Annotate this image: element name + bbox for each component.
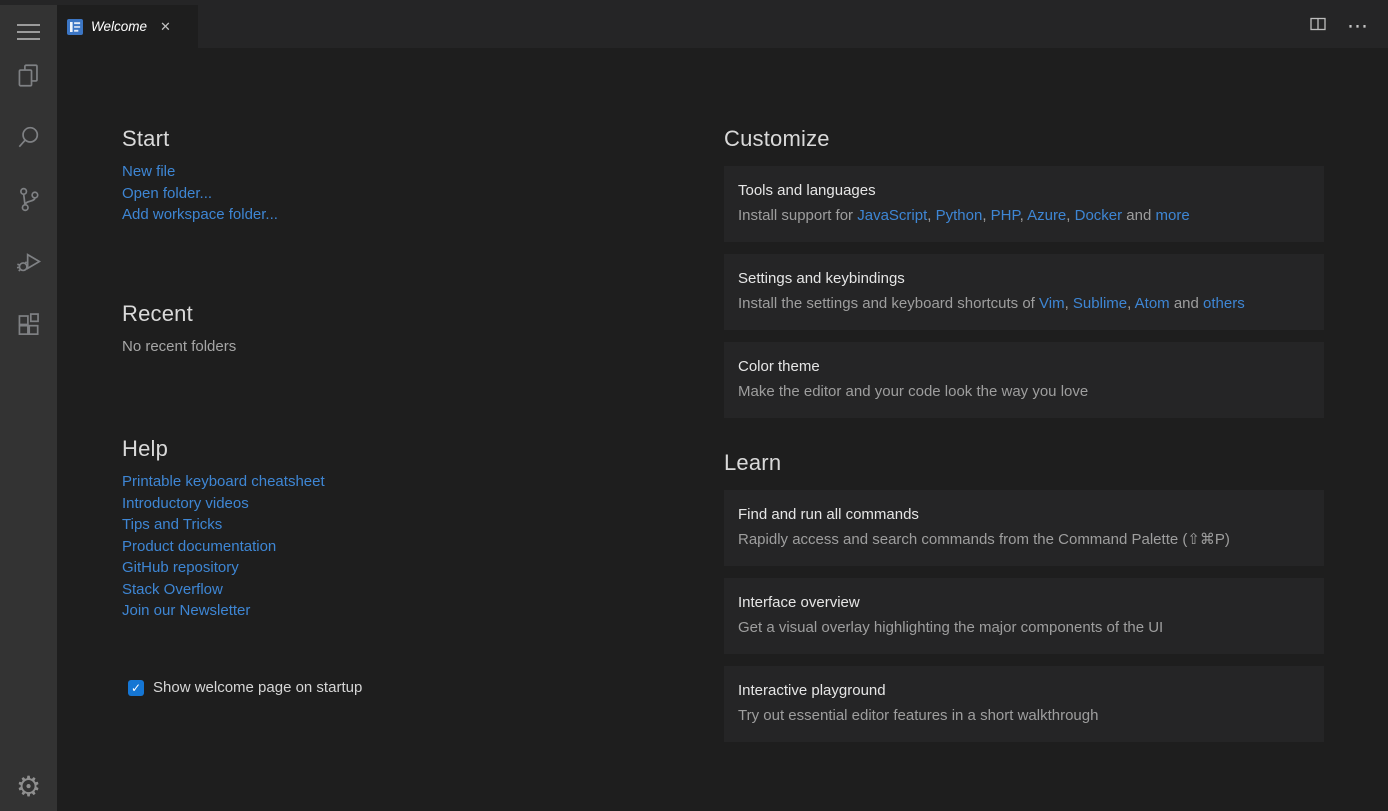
learn-title: Learn xyxy=(724,450,1324,476)
help-section: Help Printable keyboard cheatsheet Intro… xyxy=(122,436,325,622)
activity-item-source-control[interactable] xyxy=(13,183,45,215)
card-find-run-commands[interactable]: Find and run all commands Rapidly access… xyxy=(724,490,1324,566)
card-color-theme[interactable]: Color theme Make the editor and your cod… xyxy=(724,342,1324,418)
help-title: Help xyxy=(122,436,325,462)
tab-welcome[interactable]: Welcome ✕ xyxy=(57,5,198,48)
inline-text: Make the editor and your code look the w… xyxy=(738,383,1088,400)
card-tools-and-languages[interactable]: Tools and languages Install support for … xyxy=(724,166,1324,242)
card-description: Rapidly access and search commands from … xyxy=(738,530,1310,549)
activity-bar: ⚙ xyxy=(0,5,57,811)
menu-button[interactable] xyxy=(17,16,40,48)
inline-text: , xyxy=(1020,207,1028,224)
split-editor-icon xyxy=(1309,15,1327,33)
run-debug-icon xyxy=(14,247,43,276)
inline-text: Rapidly access and search commands from … xyxy=(738,531,1230,548)
hamburger-icon xyxy=(17,38,40,40)
inline-text: Try out essential editor features in a s… xyxy=(738,707,1098,724)
welcome-page-icon xyxy=(67,19,83,35)
tab-label: Welcome xyxy=(91,19,147,34)
recent-empty-text: No recent folders xyxy=(122,336,236,358)
files-icon xyxy=(14,61,43,90)
hamburger-icon xyxy=(17,31,40,33)
start-section: Start New file Open folder... Add worksp… xyxy=(122,126,278,226)
card-title: Interface overview xyxy=(738,594,1310,611)
card-title: Tools and languages xyxy=(738,182,1310,199)
inline-text: Install support for xyxy=(738,207,857,224)
inline-text: Get a visual overlay highlighting the ma… xyxy=(738,619,1163,636)
inline-text: and xyxy=(1170,295,1203,312)
link-add-workspace-folder[interactable]: Add workspace folder... xyxy=(122,204,278,226)
learn-section: Learn Find and run all commands Rapidly … xyxy=(724,450,1324,754)
link-stack-overflow[interactable]: Stack Overflow xyxy=(122,579,325,601)
link-github-repository[interactable]: GitHub repository xyxy=(122,557,325,579)
card-title: Find and run all commands xyxy=(738,506,1310,523)
inline-link[interactable]: PHP xyxy=(991,207,1020,224)
inline-text: , xyxy=(1066,207,1074,224)
inline-link[interactable]: Azure xyxy=(1027,207,1066,224)
link-product-documentation[interactable]: Product documentation xyxy=(122,536,325,558)
inline-link[interactable]: Sublime xyxy=(1073,295,1127,312)
show-welcome-label: Show welcome page on startup xyxy=(153,679,362,696)
welcome-page: Start New file Open folder... Add worksp… xyxy=(57,48,1388,811)
editor-tab-bar: Welcome ✕ ⋯ xyxy=(57,5,1388,48)
start-title: Start xyxy=(122,126,278,152)
customize-section: Customize Tools and languages Install su… xyxy=(724,126,1324,430)
card-description: Make the editor and your code look the w… xyxy=(738,382,1310,401)
hamburger-icon xyxy=(17,24,40,26)
card-description: Install support for JavaScript, Python, … xyxy=(738,206,1310,225)
activity-item-explorer[interactable] xyxy=(13,59,45,91)
show-welcome-checkbox[interactable]: ✓ xyxy=(128,680,144,696)
card-description: Try out essential editor features in a s… xyxy=(738,706,1310,725)
recent-title: Recent xyxy=(122,301,236,327)
inline-link[interactable]: Atom xyxy=(1135,295,1170,312)
inline-link[interactable]: others xyxy=(1203,295,1245,312)
link-new-file[interactable]: New file xyxy=(122,161,278,183)
startup-option: ✓ Show welcome page on startup xyxy=(128,679,362,696)
inline-link[interactable]: JavaScript xyxy=(857,207,927,224)
search-icon xyxy=(14,123,43,152)
tab-close-icon[interactable]: ✕ xyxy=(160,20,171,33)
inline-text: , xyxy=(1127,295,1135,312)
inline-text: , xyxy=(927,207,935,224)
recent-section: Recent No recent folders xyxy=(122,301,236,358)
link-open-folder[interactable]: Open folder... xyxy=(122,183,278,205)
link-join-newsletter[interactable]: Join our Newsletter xyxy=(122,600,325,622)
settings-gear-icon[interactable]: ⚙ xyxy=(0,771,57,803)
link-tips-and-tricks[interactable]: Tips and Tricks xyxy=(122,514,325,536)
link-introductory-videos[interactable]: Introductory videos xyxy=(122,493,325,515)
more-actions-button[interactable]: ⋯ xyxy=(1347,16,1368,37)
inline-text: Install the settings and keyboard shortc… xyxy=(738,295,1039,312)
activity-item-run-debug[interactable] xyxy=(13,245,45,277)
activity-item-extensions[interactable] xyxy=(13,307,45,339)
split-editor-button[interactable] xyxy=(1309,15,1327,38)
extensions-icon xyxy=(14,309,43,338)
source-control-branch-icon xyxy=(14,185,43,214)
inline-text: , xyxy=(1065,295,1073,312)
inline-link[interactable]: Docker xyxy=(1075,207,1123,224)
inline-link[interactable]: Python xyxy=(936,207,983,224)
inline-text: , xyxy=(982,207,990,224)
card-settings-and-keybindings[interactable]: Settings and keybindings Install the set… xyxy=(724,254,1324,330)
card-title: Settings and keybindings xyxy=(738,270,1310,287)
card-interactive-playground[interactable]: Interactive playground Try out essential… xyxy=(724,666,1324,742)
card-interface-overview[interactable]: Interface overview Get a visual overlay … xyxy=(724,578,1324,654)
card-description: Install the settings and keyboard shortc… xyxy=(738,294,1310,313)
inline-link[interactable]: Vim xyxy=(1039,295,1065,312)
link-keyboard-cheatsheet[interactable]: Printable keyboard cheatsheet xyxy=(122,471,325,493)
card-description: Get a visual overlay highlighting the ma… xyxy=(738,618,1310,637)
customize-title: Customize xyxy=(724,126,1324,152)
card-title: Color theme xyxy=(738,358,1310,375)
card-title: Interactive playground xyxy=(738,682,1310,699)
inline-link[interactable]: more xyxy=(1156,207,1190,224)
inline-text: and xyxy=(1122,207,1155,224)
activity-item-search[interactable] xyxy=(13,121,45,153)
